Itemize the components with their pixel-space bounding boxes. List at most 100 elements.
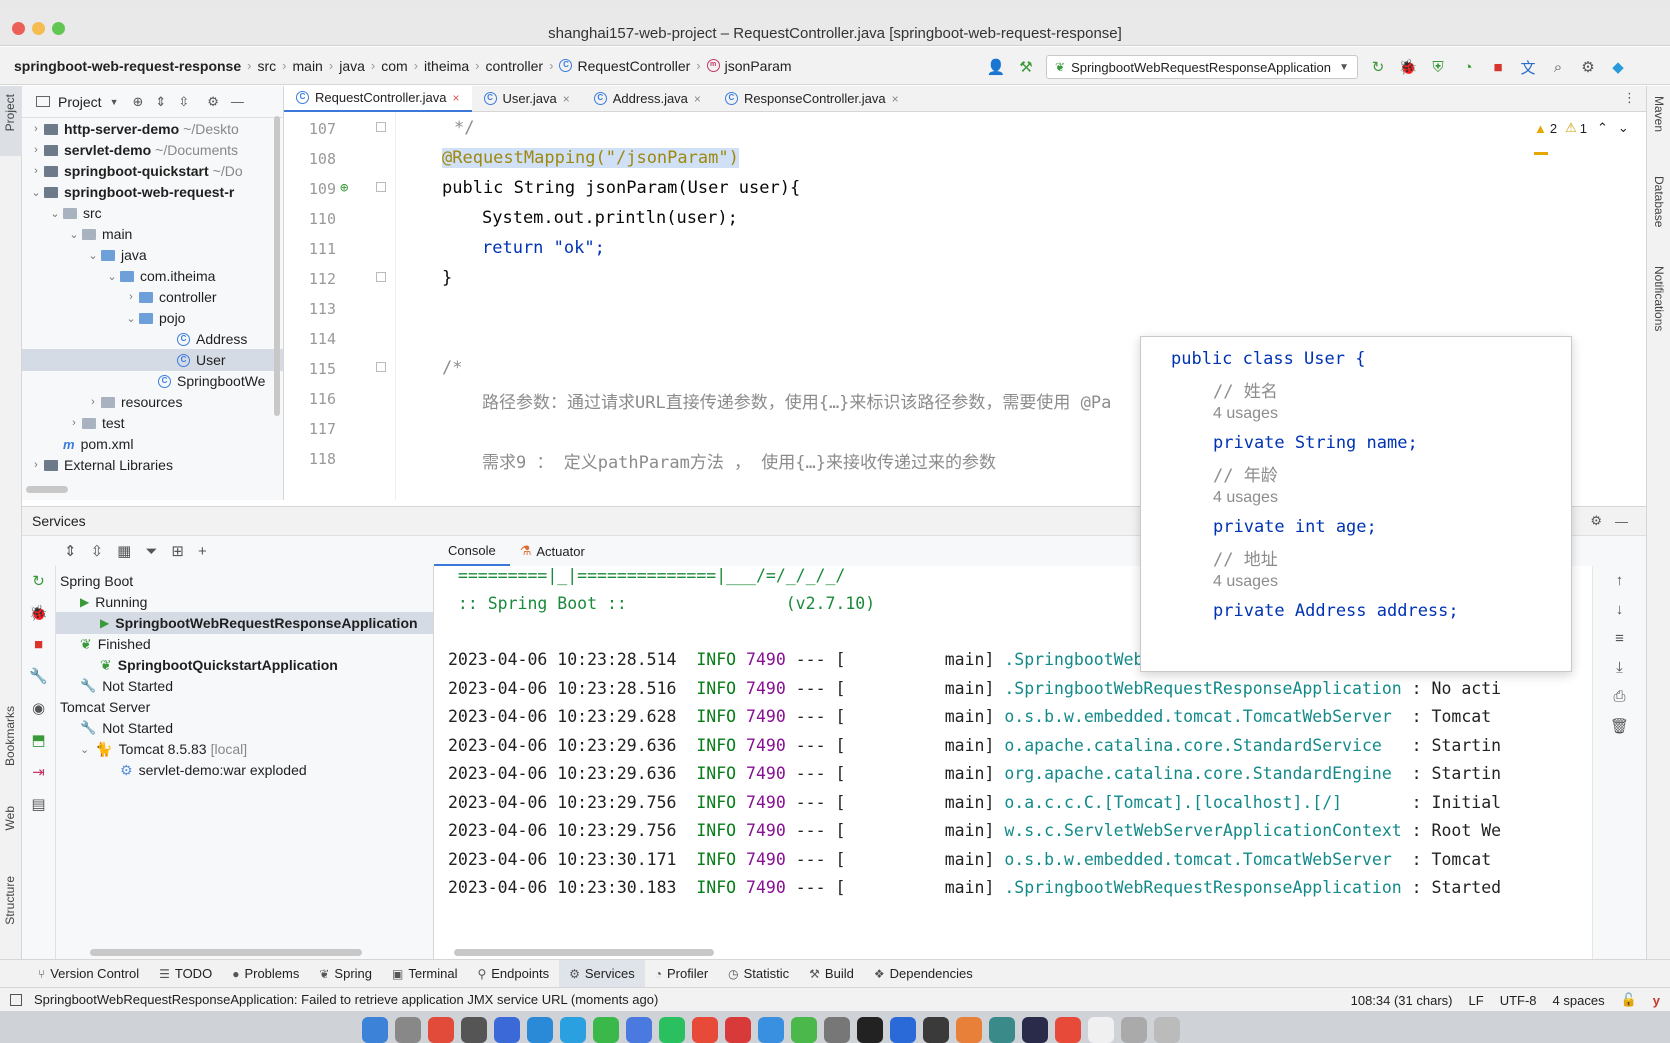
dock-app-icon[interactable] (659, 1017, 685, 1043)
project-tree-item[interactable]: C User (22, 349, 283, 371)
dock-app-icon[interactable] (956, 1017, 982, 1043)
project-tree-item[interactable]: ⌄ springboot-web-request-r (22, 181, 283, 203)
service-tree-item[interactable]: Spring Boot (56, 570, 433, 592)
chevron-icon[interactable]: ⌄ (47, 207, 63, 220)
expand-all-icon[interactable]: ⇕ (64, 542, 77, 560)
toolbox-icon[interactable]: ◆ (1608, 57, 1628, 77)
breadcrumb-item[interactable]: main (293, 58, 323, 74)
chevron-icon[interactable]: › (85, 396, 101, 408)
chevron-icon[interactable]: ⌄ (123, 312, 139, 325)
breadcrumb-item[interactable]: java (339, 58, 365, 74)
fold-icon[interactable] (376, 122, 386, 132)
chevron-down-icon[interactable]: ⌄ (80, 743, 89, 756)
project-tree-item[interactable]: › test (22, 412, 283, 434)
breadcrumb-item[interactable]: com (381, 58, 407, 74)
tool-window-button[interactable]: ▣ Terminal (382, 960, 467, 988)
hide-panel-icon[interactable]: — (231, 94, 244, 109)
service-tree-item[interactable]: ❦ SpringbootQuickstartApplication (56, 654, 433, 676)
dock-app-icon[interactable] (494, 1017, 520, 1043)
dock-app-icon[interactable] (923, 1017, 949, 1043)
project-tree-item[interactable]: › External Libraries (22, 454, 283, 476)
rerun-icon[interactable]: ↻ (32, 572, 45, 590)
dock-app-icon[interactable] (461, 1017, 487, 1043)
close-icon[interactable]: × (453, 91, 460, 105)
endpoint-gutter-icon[interactable]: ⊕ (340, 180, 348, 196)
project-tree-item[interactable]: › resources (22, 391, 283, 413)
dock-app-icon[interactable] (593, 1017, 619, 1043)
layout-icon[interactable]: ▤ (31, 795, 45, 813)
print-icon[interactable]: ⎙ (1613, 688, 1625, 705)
dock-app-icon[interactable] (692, 1017, 718, 1043)
service-tree-item[interactable]: ⌄ 🐈 Tomcat 8.5.83 [local] (56, 738, 433, 760)
dock-app-icon[interactable] (1022, 1017, 1048, 1043)
inspection-widget[interactable]: ▲ 2 ⚠ 1 ⌃ ⌄ (1534, 120, 1629, 136)
chevron-icon[interactable]: › (28, 459, 44, 471)
tool-window-button[interactable]: ☰ TODO (149, 960, 222, 988)
profile-icon[interactable]: ◔ (1458, 57, 1478, 77)
service-tree-item[interactable]: ▶ SpringbootWebRequestResponseApplication (56, 612, 433, 634)
actuator-tab[interactable]: ⚗ Actuator (510, 536, 595, 566)
console-tab[interactable]: Console (434, 536, 510, 566)
editor-tab[interactable]: C User.java × (472, 86, 582, 112)
dock-app-icon[interactable] (1088, 1017, 1114, 1043)
project-tree-item[interactable]: ⌄ src (22, 202, 283, 224)
filter-icon[interactable]: ⏷ (145, 543, 157, 560)
dock-app-icon[interactable] (362, 1017, 388, 1043)
chevron-icon[interactable]: › (28, 123, 44, 135)
chevron-icon[interactable]: ⌄ (85, 249, 101, 262)
new-tab-icon[interactable]: ⊞ (171, 542, 184, 560)
login-icon[interactable]: ⇥ (32, 763, 45, 781)
fold-icon[interactable] (376, 272, 386, 282)
project-side-tab[interactable]: Project (3, 94, 17, 131)
caret-position[interactable]: 108:34 (31 chars) (1351, 993, 1453, 1008)
more-options-icon[interactable]: ⋮ (1623, 90, 1636, 106)
service-tree-item[interactable]: ❦ Finished (56, 633, 433, 655)
usages-hint[interactable]: 4 usages (1213, 573, 1278, 591)
scroll-to-end-icon[interactable]: ⤓ (1616, 659, 1623, 676)
hammer-icon[interactable]: ⚒ (1016, 57, 1036, 77)
deploy-icon[interactable]: ⬒ (31, 731, 45, 749)
wrench-icon[interactable]: 🔧 (29, 667, 48, 685)
chevron-down-icon[interactable]: ▼ (110, 97, 119, 107)
hide-panel-icon[interactable]: — (1615, 514, 1628, 529)
search-icon[interactable]: ⌕ (1548, 57, 1568, 77)
chevron-icon[interactable]: ⌄ (104, 270, 120, 283)
dock-app-icon[interactable] (890, 1017, 916, 1043)
layout-toggle-icon[interactable] (10, 993, 22, 1006)
chevron-up-icon[interactable]: ⌃ (1597, 120, 1608, 136)
arrow-down-icon[interactable]: ↓ (1616, 601, 1624, 618)
project-tree-item[interactable]: › http-server-demo ~/Deskto (22, 118, 283, 140)
service-tree-item[interactable]: ▶ Running (56, 591, 433, 613)
plugin-icon[interactable]: y (1653, 993, 1660, 1008)
status-message[interactable]: SpringbootWebRequestResponseApplication:… (34, 992, 658, 1007)
expand-all-icon[interactable]: ⇕ (155, 94, 166, 110)
file-encoding[interactable]: UTF-8 (1500, 993, 1537, 1008)
horizontal-scrollbar[interactable] (26, 486, 68, 493)
chevron-down-icon[interactable]: ⌄ (1618, 120, 1629, 136)
group-icon[interactable]: ▦ (117, 542, 131, 560)
stop-icon[interactable]: ■ (1488, 57, 1508, 77)
breadcrumb-item[interactable]: src (257, 58, 276, 74)
breadcrumb-item[interactable]: itheima (424, 58, 469, 74)
debug-icon[interactable]: 🐞 (1398, 57, 1418, 77)
dock-app-icon[interactable] (725, 1017, 751, 1043)
dock-app-icon[interactable] (1154, 1017, 1180, 1043)
dock-app-icon[interactable] (791, 1017, 817, 1043)
project-tree-item[interactable]: ⌄ pojo (22, 307, 283, 329)
add-service-icon[interactable]: + (198, 543, 207, 560)
soft-wrap-icon[interactable]: ≡ (1615, 630, 1624, 647)
fold-icon[interactable] (376, 182, 386, 192)
camera-icon[interactable]: ◉ (32, 699, 45, 717)
database-side-tab[interactable]: Database (1652, 176, 1666, 227)
tool-window-button[interactable]: ⚲ Endpoints (467, 960, 559, 988)
project-tree-item[interactable]: C Address (22, 328, 283, 350)
close-icon[interactable]: × (694, 92, 701, 106)
dock-app-icon[interactable] (989, 1017, 1015, 1043)
project-tree-item[interactable]: › controller (22, 286, 283, 308)
editor-tab[interactable]: C ResponseController.java × (713, 86, 911, 112)
vertical-scrollbar[interactable] (274, 116, 280, 416)
dock-app-icon[interactable] (428, 1017, 454, 1043)
tool-window-button[interactable]: ❦ Spring (309, 960, 382, 988)
project-tree-item[interactable]: › springboot-quickstart ~/Do (22, 160, 283, 182)
indent-setting[interactable]: 4 spaces (1553, 993, 1605, 1008)
